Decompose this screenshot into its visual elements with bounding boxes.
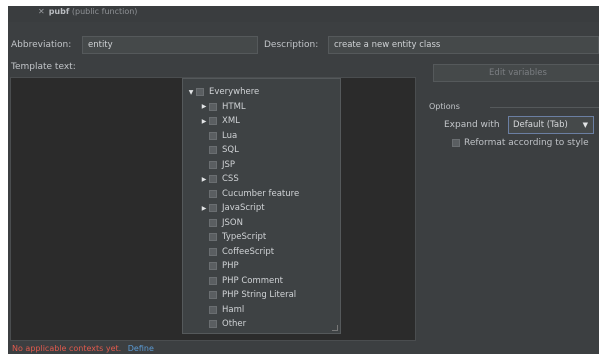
checkbox[interactable] [209, 204, 217, 212]
context-item-html[interactable]: ▶ HTML [199, 100, 246, 114]
no-contexts-warning: No applicable contexts yet. [12, 344, 122, 353]
description-input[interactable]: create a new entity class [328, 36, 599, 54]
context-label: Other [222, 319, 247, 329]
context-label: JSON [222, 217, 243, 228]
context-item-haml[interactable]: Haml [199, 303, 244, 317]
checkbox[interactable] [209, 131, 217, 140]
context-item-css[interactable]: ▶ CSS [199, 172, 239, 186]
context-label: JSP [222, 159, 236, 170]
checkbox[interactable] [209, 247, 217, 256]
checkbox[interactable] [209, 305, 217, 314]
template-name: pubf [48, 7, 70, 16]
expand-with-select[interactable]: Default (Tab) ▼ [508, 116, 594, 134]
chevron-down-icon[interactable]: ▼ [186, 89, 196, 96]
context-status: No applicable contexts yet. Define [12, 344, 154, 353]
context-item-typescript[interactable]: TypeScript [199, 230, 266, 244]
checkbox[interactable] [209, 102, 217, 111]
checkbox[interactable] [209, 218, 217, 227]
context-label: CSS [222, 174, 239, 184]
chevron-right-icon[interactable]: ▶ [199, 176, 209, 183]
context-label: TypeScript [222, 232, 267, 242]
context-item-json[interactable]: JSON [199, 216, 243, 230]
checkbox[interactable] [209, 233, 217, 241]
checkbox[interactable] [209, 276, 217, 285]
reformat-label: Reformat according to style [464, 138, 589, 148]
abbreviation-input[interactable]: entity [82, 36, 258, 54]
checkbox[interactable] [209, 160, 217, 169]
chevron-right-icon[interactable]: ▶ [199, 205, 209, 212]
reformat-checkbox[interactable] [452, 139, 460, 147]
abbreviation-label: Abbreviation: [11, 40, 72, 50]
context-label: Cucumber feature [222, 188, 300, 199]
checkbox[interactable] [209, 175, 217, 183]
checkbox[interactable] [209, 189, 217, 198]
chevron-down-icon: ▼ [582, 121, 588, 129]
expand-with-value: Default (Tab) [513, 120, 568, 130]
template-header: ✕ pubf (public function) [8, 6, 599, 22]
context-item-lua[interactable]: Lua [199, 129, 237, 143]
context-item-php-comment[interactable]: PHP Comment [199, 274, 283, 288]
resize-grip[interactable] [332, 325, 338, 331]
options-separator [490, 107, 599, 108]
context-item-javascript[interactable]: ▶ JavaScript [199, 201, 265, 215]
expand-with-label: Expand with [444, 120, 500, 130]
context-item-other[interactable]: Other [199, 317, 246, 331]
context-label: Haml [222, 304, 245, 315]
context-label: HTML [222, 101, 246, 112]
reformat-option[interactable]: Reformat according to style [452, 138, 589, 148]
context-label: PHP Comment [222, 275, 283, 286]
description-label: Description: [264, 40, 319, 50]
checkbox[interactable] [209, 291, 217, 299]
template-name-desc: (public function) [71, 7, 138, 16]
context-label: CoffeeScript [222, 246, 275, 257]
context-label: PHP [222, 261, 239, 271]
context-item-php[interactable]: PHP [199, 259, 239, 273]
context-chooser-popup: ▼ Everywhere ▶ HTML ▶ XML Lua SQL JSP ▶ CSS … [182, 78, 341, 334]
chevron-right-icon[interactable]: ▶ [199, 103, 209, 110]
context-label: SQL [222, 145, 239, 155]
checkbox[interactable] [209, 320, 217, 328]
chevron-right-icon[interactable]: ▶ [199, 118, 209, 125]
live-template-editor: ✕ pubf (public function) Abbreviation: en… [8, 6, 599, 354]
template-text-label: Template text: [11, 62, 76, 72]
context-item-everywhere[interactable]: ▼ Everywhere [186, 85, 260, 99]
template-header-row[interactable]: ✕ pubf (public function) [38, 7, 137, 16]
context-item-xml[interactable]: ▶ XML [199, 114, 240, 128]
context-item-jsp[interactable]: JSP [199, 158, 235, 172]
checkbox[interactable] [196, 88, 204, 96]
checkbox[interactable] [209, 262, 217, 270]
context-item-sql[interactable]: SQL [199, 143, 239, 157]
context-label: Lua [222, 130, 238, 141]
context-item-coffeescript[interactable]: CoffeeScript [199, 245, 274, 259]
checkbox[interactable] [209, 146, 217, 154]
edit-variables-button[interactable]: Edit variables [433, 64, 599, 82]
context-label: XML [222, 116, 240, 126]
checkbox[interactable] [209, 117, 217, 125]
context-label: Everywhere [209, 87, 260, 97]
close-icon: ✕ [38, 7, 45, 16]
context-label: PHP String Literal [222, 290, 297, 300]
context-item-php-string-literal[interactable]: PHP String Literal [199, 288, 296, 302]
context-label: JavaScript [222, 203, 265, 213]
define-link[interactable]: Define [128, 344, 154, 353]
options-label: Options [429, 102, 460, 111]
context-item-cucumber-feature[interactable]: Cucumber feature [199, 187, 299, 201]
